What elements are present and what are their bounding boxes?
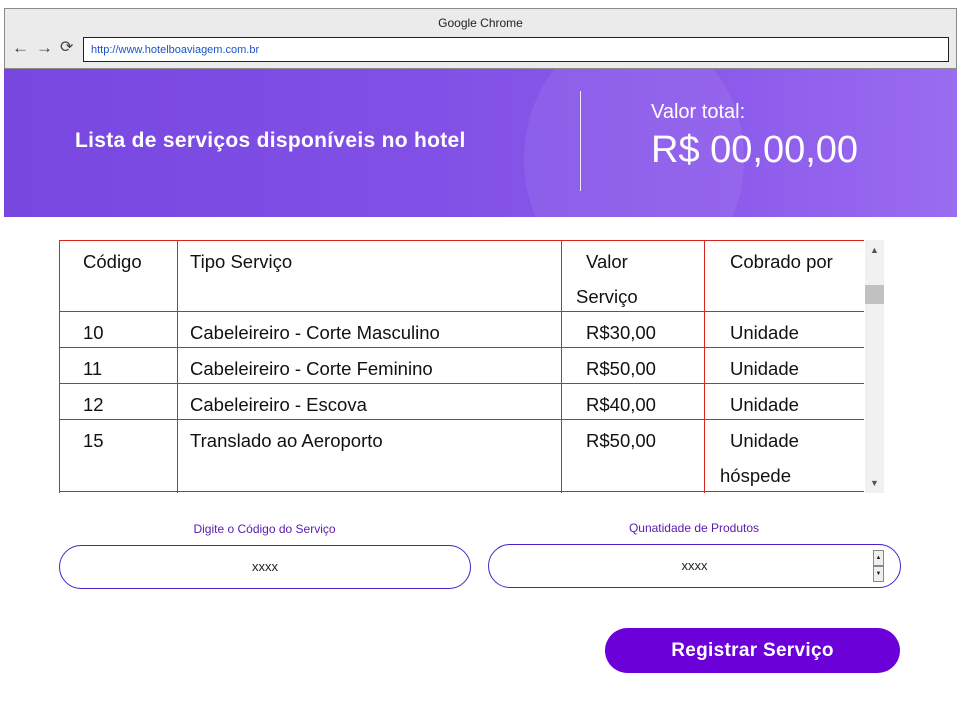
grid-line (704, 240, 705, 493)
table-cell-value: R$40,00 (586, 394, 656, 415)
header-value-line2: Serviço (576, 286, 638, 307)
decrement-arrow-icon[interactable]: ▼ (873, 566, 884, 582)
table-cell-type: Cabeleireiro - Escova (190, 394, 367, 415)
table-cell-code: 10 (83, 322, 104, 343)
header-code: Código (83, 251, 142, 272)
table-cell-value: R$50,00 (586, 430, 656, 451)
scroll-up-arrow-icon[interactable]: ▲ (865, 242, 884, 258)
quantity-stepper[interactable]: xxxx ▲ ▼ (488, 544, 901, 588)
header-charged: Cobrado por (730, 251, 833, 272)
table-cell-charged: Unidade (730, 358, 799, 379)
grid-line (177, 240, 178, 493)
arrow-right-icon[interactable]: → (36, 39, 53, 56)
grid-line (59, 240, 60, 493)
scroll-down-arrow-icon[interactable]: ▼ (865, 475, 884, 491)
browser-title: Google Chrome (438, 16, 523, 30)
quantity-spin-buttons[interactable]: ▲ ▼ (873, 550, 884, 582)
quantity-value: xxxx (681, 558, 708, 573)
register-service-button[interactable]: Registrar Serviço (605, 628, 900, 673)
address-bar[interactable]: http://www.hotelboaviagem.com.br (83, 37, 949, 62)
quantity-label: Qunatidade de Produtos (628, 521, 760, 535)
table-cell-value: R$50,00 (586, 358, 656, 379)
reload-icon[interactable]: ⟳ (60, 39, 73, 56)
service-code-label: Digite o Código do Serviço (193, 522, 336, 536)
grid-line (59, 240, 864, 241)
scroll-thumb[interactable] (865, 285, 884, 304)
banner-divider (580, 91, 581, 191)
table-cell-value: R$30,00 (586, 322, 656, 343)
increment-arrow-icon[interactable]: ▲ (873, 550, 884, 566)
arrow-left-icon[interactable]: ← (12, 39, 29, 56)
header-banner: Lista de serviços disponíveis no hotel V… (4, 69, 957, 217)
table-cell-charged: Unidade (730, 430, 799, 451)
table-cell-type: Cabeleireiro - Corte Feminino (190, 358, 433, 379)
service-code-input[interactable]: xxxx (59, 545, 471, 589)
table-scrollbar[interactable]: ▲ ▼ (865, 240, 884, 493)
table-cell-charged: Unidade (730, 394, 799, 415)
table-cell-code: 11 (83, 358, 103, 379)
browser-window-bar: Google Chrome ← → ⟳ http://www.hotelboav… (4, 8, 957, 69)
grid-line (59, 311, 864, 312)
header-value: Valor (586, 251, 628, 272)
total-value: R$ 00,00,00 (651, 129, 859, 171)
grid-line (561, 240, 562, 493)
table-cell-code: 12 (83, 394, 104, 415)
services-table: Código Tipo Serviço Valor Serviço Cobrad… (59, 240, 884, 493)
table-cell-charged: Unidade (730, 322, 799, 343)
services-grid: Código Tipo Serviço Valor Serviço Cobrad… (59, 240, 864, 493)
page-title: Lista de serviços disponíveis no hotel (75, 129, 466, 152)
table-cell-type: Translado ao Aeroporto (190, 430, 383, 451)
table-cell-code: 15 (83, 430, 104, 451)
table-cell-type: Cabeleireiro - Corte Masculino (190, 322, 440, 343)
table-cell-charged-line2: hóspede (720, 465, 791, 486)
header-type: Tipo Serviço (190, 251, 293, 272)
total-label: Valor total: (651, 101, 746, 123)
